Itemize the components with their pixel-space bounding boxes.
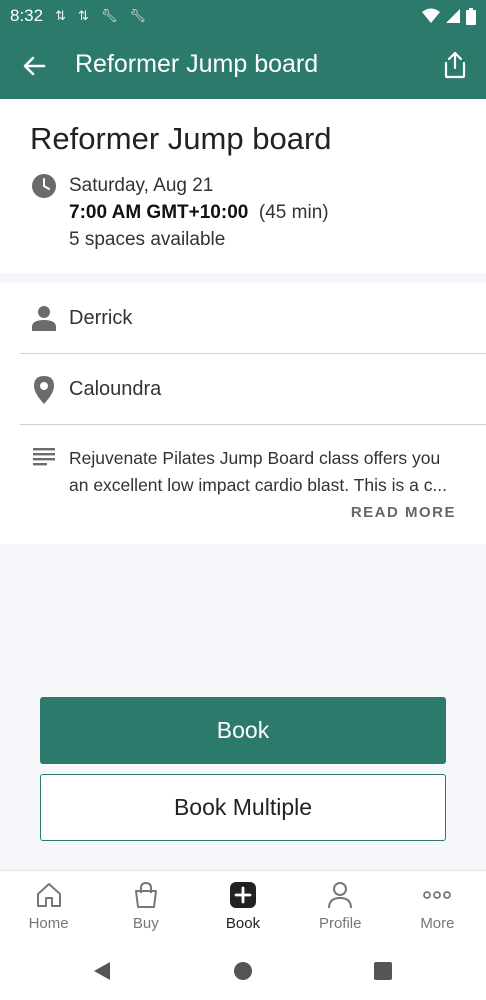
nav-profile[interactable]: Profile — [292, 871, 389, 943]
divider — [20, 424, 486, 425]
app-bar-title: Reformer Jump board — [75, 50, 319, 78]
person-icon — [32, 306, 56, 331]
wrench-icon: 🔧︎ — [129, 8, 146, 23]
book-multiple-button[interactable]: Book Multiple — [40, 774, 446, 841]
description-line: an excellent low impact cardio blast. Th… — [69, 475, 448, 495]
class-details: Derrick Caloundra Rejuvenate Pilates Jum… — [0, 283, 486, 544]
nav-home[interactable]: Home — [0, 871, 97, 943]
plus-square-icon — [230, 882, 256, 908]
class-description: Rejuvenate Pilates Jump Board class offe… — [69, 445, 469, 499]
location-row[interactable]: Caloundra — [0, 354, 486, 424]
description-line: Rejuvenate Pilates Jump Board class offe… — [69, 448, 441, 468]
nav-label: Buy — [132, 915, 159, 932]
instructor-row[interactable]: Derrick — [0, 283, 486, 353]
description-icon — [33, 448, 55, 466]
location-name: Caloundra — [69, 378, 162, 400]
app-bar: Reformer Jump board — [0, 32, 486, 99]
book-button[interactable]: Book — [40, 697, 446, 764]
class-time: 7:00 AM GMT+10:00 — [69, 202, 249, 223]
home-icon — [36, 883, 61, 907]
bottom-nav: Home Buy Book Profile More — [0, 870, 486, 943]
battery-icon — [466, 7, 476, 25]
class-info-card: Reformer Jump board Saturday, Aug 21 7:0… — [0, 99, 486, 273]
nav-more[interactable]: More — [389, 871, 486, 943]
class-title: Reformer Jump board — [30, 121, 332, 156]
spaces-available: 5 spaces available — [69, 229, 226, 250]
back-arrow-icon[interactable] — [20, 52, 48, 80]
system-nav-bar — [0, 942, 486, 1000]
signal-arrows-icon: ⇅ — [55, 8, 66, 23]
clock-icon — [32, 174, 56, 198]
wifi-icon — [422, 8, 440, 23]
shopping-bag-icon — [134, 881, 157, 908]
person-icon — [328, 882, 353, 909]
nav-book[interactable]: Book — [194, 871, 291, 943]
home-circle-icon[interactable] — [233, 960, 253, 982]
class-date: Saturday, Aug 21 — [69, 175, 214, 196]
nav-buy[interactable]: Buy — [97, 871, 194, 943]
class-duration: (45 min) — [258, 202, 329, 223]
read-more-link[interactable]: READ MORE — [351, 504, 456, 521]
recents-square-icon[interactable] — [373, 960, 393, 982]
nav-label: Home — [28, 915, 69, 932]
instructor-name: Derrick — [69, 307, 133, 329]
cell-signal-icon — [446, 9, 460, 23]
wrench-icon: 🔧︎ — [100, 8, 118, 23]
back-triangle-icon[interactable] — [92, 960, 112, 982]
status-bar: 8:32 ⇅ ⇅ 🔧︎ 🔧︎ — [0, 0, 486, 32]
class-time-row: 7:00 AM GMT+10:00 (45 min) — [69, 202, 329, 224]
nav-label: More — [420, 915, 455, 932]
nav-label: Book — [225, 915, 261, 932]
signal-arrows-icon: ⇅ — [78, 8, 89, 23]
location-pin-icon — [34, 376, 54, 404]
status-time: 8:32 — [10, 6, 44, 25]
more-dots-icon — [423, 891, 452, 899]
nav-label: Profile — [318, 915, 362, 932]
share-icon[interactable] — [442, 50, 468, 80]
